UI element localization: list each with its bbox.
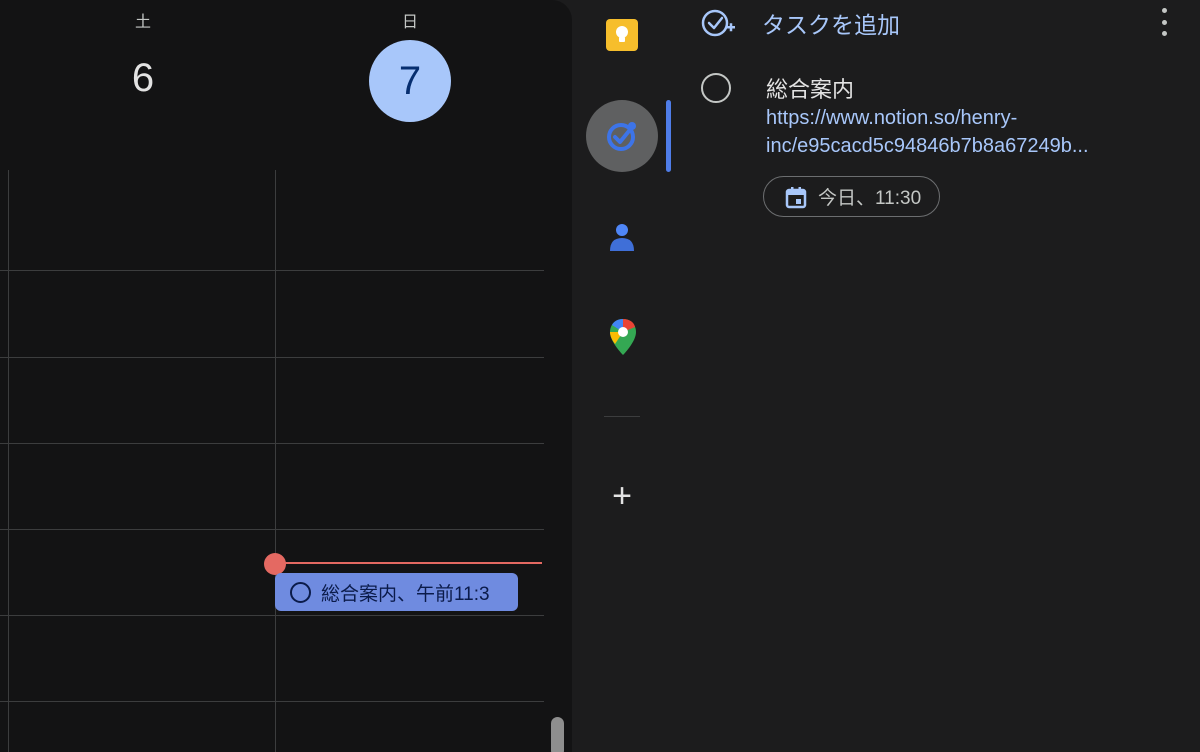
contacts-icon[interactable] bbox=[606, 220, 638, 254]
keep-icon[interactable] bbox=[604, 17, 640, 53]
task-details-link[interactable]: https://www.notion.so/henry- inc/e95cacd… bbox=[766, 104, 1146, 160]
grid-hline bbox=[0, 529, 544, 530]
date-number-6[interactable]: 6 bbox=[123, 56, 163, 101]
task-complete-checkbox[interactable] bbox=[701, 73, 731, 103]
task-title[interactable]: 総合案内 bbox=[766, 72, 854, 104]
app-window: 土 6 日 7 総合案内、午前11:3 + タスクを追加 総合案内 https:… bbox=[0, 0, 1200, 752]
maps-icon[interactable] bbox=[608, 318, 638, 356]
grid-hline bbox=[0, 443, 544, 444]
add-task-button[interactable]: タスクを追加 bbox=[700, 6, 900, 40]
calendar-task-event[interactable]: 総合案内、午前11:3 bbox=[275, 573, 518, 611]
tasks-icon[interactable] bbox=[604, 118, 640, 154]
tasks-active-indicator bbox=[666, 100, 671, 172]
calendar-pane: 土 6 日 7 総合案内、午前11:3 bbox=[0, 0, 572, 752]
current-time-line bbox=[275, 562, 542, 564]
day-of-week-sat: 土 bbox=[134, 14, 151, 31]
task-due-label: 今日、11:30 bbox=[818, 188, 922, 209]
more-options-icon[interactable] bbox=[1158, 8, 1170, 36]
day-of-week-sun: 日 bbox=[401, 14, 418, 31]
calendar-icon bbox=[785, 186, 807, 208]
date-today-7[interactable]: 7 bbox=[369, 40, 451, 122]
tasks-pane: タスクを追加 総合案内 https://www.notion.so/henry-… bbox=[672, 0, 1200, 752]
grid-vline bbox=[275, 170, 276, 752]
rail-divider bbox=[604, 416, 640, 417]
add-task-icon bbox=[701, 9, 735, 37]
add-addon-button[interactable]: + bbox=[607, 476, 637, 516]
scrollbar-thumb[interactable] bbox=[551, 717, 564, 752]
grid-hline bbox=[0, 615, 544, 616]
current-time-dot bbox=[264, 553, 286, 575]
grid-vline bbox=[8, 170, 9, 752]
grid-hline bbox=[0, 357, 544, 358]
event-label: 総合案内、午前11:3 bbox=[321, 583, 490, 605]
side-panel-rail: + bbox=[572, 0, 672, 752]
grid-hline bbox=[0, 270, 544, 271]
add-task-label: タスクを追加 bbox=[762, 12, 900, 38]
task-circle-icon bbox=[290, 581, 311, 603]
task-due-date-chip[interactable]: 今日、11:30 bbox=[763, 176, 941, 217]
grid-hline bbox=[0, 701, 544, 702]
